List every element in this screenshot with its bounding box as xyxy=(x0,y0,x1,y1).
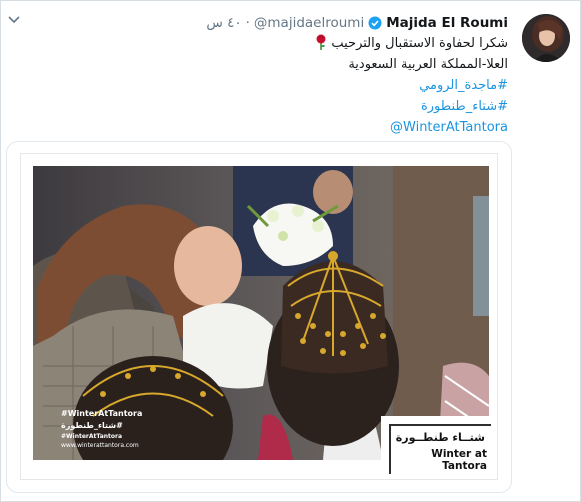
event-poster: #WinterAtTantora #شتاء_طنطورة #WinterAtT… xyxy=(21,154,497,479)
author-handle[interactable]: @majidaelroumi xyxy=(254,15,364,31)
brand-english: Winter at Tantora xyxy=(431,448,487,472)
hashtag-link-2[interactable]: #شتاء_طنطورة xyxy=(88,96,508,117)
overlay-hashtag-ar: #شتاء_طنطورة xyxy=(61,421,123,430)
separator-dot: · xyxy=(245,15,250,31)
tweet-text-line1: شكرا لحفاوة الاستقبال والترحيب xyxy=(331,36,508,51)
overlay-url: www.winterattantora.com xyxy=(61,442,139,449)
avatar[interactable] xyxy=(522,14,570,62)
overlay-hashtag-en: #WinterAtTantora xyxy=(61,409,143,418)
timestamp[interactable]: ٤٠ س xyxy=(206,15,241,31)
tweet-line-1: شكرا لحفاوة الاستقبال والترحيب xyxy=(88,33,508,54)
tweet-header: Majida El Roumi @majidaelroumi · ٤٠ س xyxy=(206,13,508,33)
tweet-text: شكرا لحفاوة الاستقبال والترحيب العلا-الم… xyxy=(88,33,508,138)
mention-link[interactable]: @WinterAtTantora xyxy=(88,117,508,138)
hashtag-link-1[interactable]: #ماجدة_الرومي xyxy=(88,75,508,96)
author-name[interactable]: Majida El Roumi xyxy=(386,15,508,31)
verified-badge-icon xyxy=(368,16,382,30)
media-card[interactable]: #WinterAtTantora #شتاء_طنطورة #WinterAtT… xyxy=(6,141,512,493)
rose-emoji-icon xyxy=(316,34,326,50)
chevron-down-icon[interactable] xyxy=(7,13,21,25)
tweet-frame: Majida El Roumi @majidaelroumi · ٤٠ س شك… xyxy=(0,0,581,502)
tweet-line-2: العلا-المملكة العربية السعودية xyxy=(348,57,508,72)
overlay-line3: #WinterAtTantora xyxy=(61,433,123,440)
brand-arabic: شتــاء طنطــورة xyxy=(395,431,485,444)
